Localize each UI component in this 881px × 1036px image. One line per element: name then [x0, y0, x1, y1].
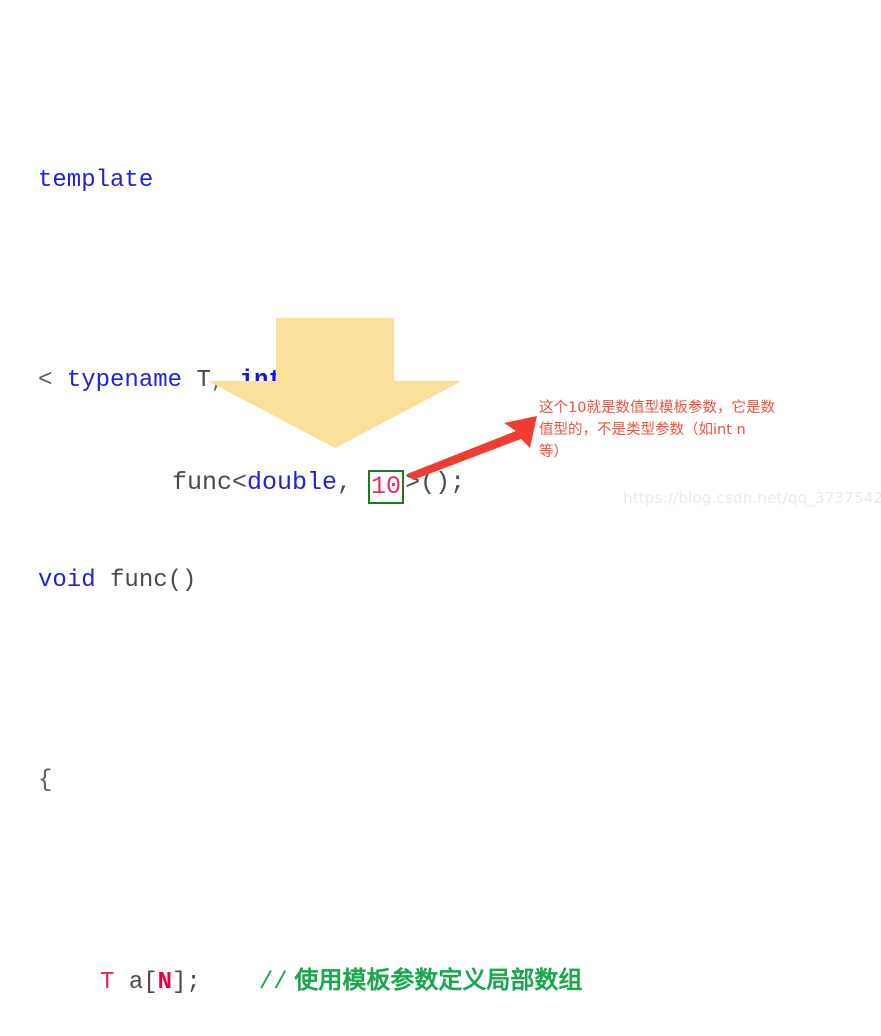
watermark: https://blog.csdn.net/qq_37375427 — [623, 489, 881, 507]
keyword-void: void — [38, 567, 96, 594]
code-line-function-signature: void func() — [38, 556, 582, 606]
code-line-template: template — [38, 156, 582, 206]
annotation-callout: 这个10就是数值型模板参数，它是数 值型的，不是类型参数（如int n 等） — [539, 400, 775, 460]
code-line-array-declaration: T a[N]; // 使用模板参数定义局部数组 — [38, 956, 582, 1006]
inline-comment: // 使用模板参数定义局部数组 — [258, 967, 583, 996]
code-line-open-brace: { — [38, 756, 582, 806]
function-name-func: func() — [110, 567, 197, 594]
brace-open: { — [38, 767, 53, 794]
array-name-open-bracket: a[ — [128, 969, 158, 996]
array-size-n: N — [157, 969, 173, 996]
call-value-argument-10: 10 — [371, 472, 402, 501]
pointer-arrow-shape — [407, 416, 537, 480]
comment-text: 使用模板参数定义局部数组 — [294, 967, 583, 994]
nontype-argument-highlight-box: 10 — [368, 470, 405, 504]
array-element-type-t: T — [100, 969, 115, 996]
angle-bracket-open: < — [38, 367, 53, 394]
call-type-argument-double: double — [247, 468, 338, 497]
call-argument-separator: , — [337, 468, 368, 497]
code-block: template < typename T, int N > void func… — [38, 6, 582, 1036]
comment-slashes: // — [258, 969, 288, 996]
keyword-template: template — [38, 167, 154, 194]
call-prefix: func< — [172, 468, 248, 497]
array-close-bracket-semicolon: ]; — [172, 969, 201, 996]
keyword-typename: typename — [66, 367, 183, 394]
pointer-arrow-icon — [407, 416, 537, 480]
